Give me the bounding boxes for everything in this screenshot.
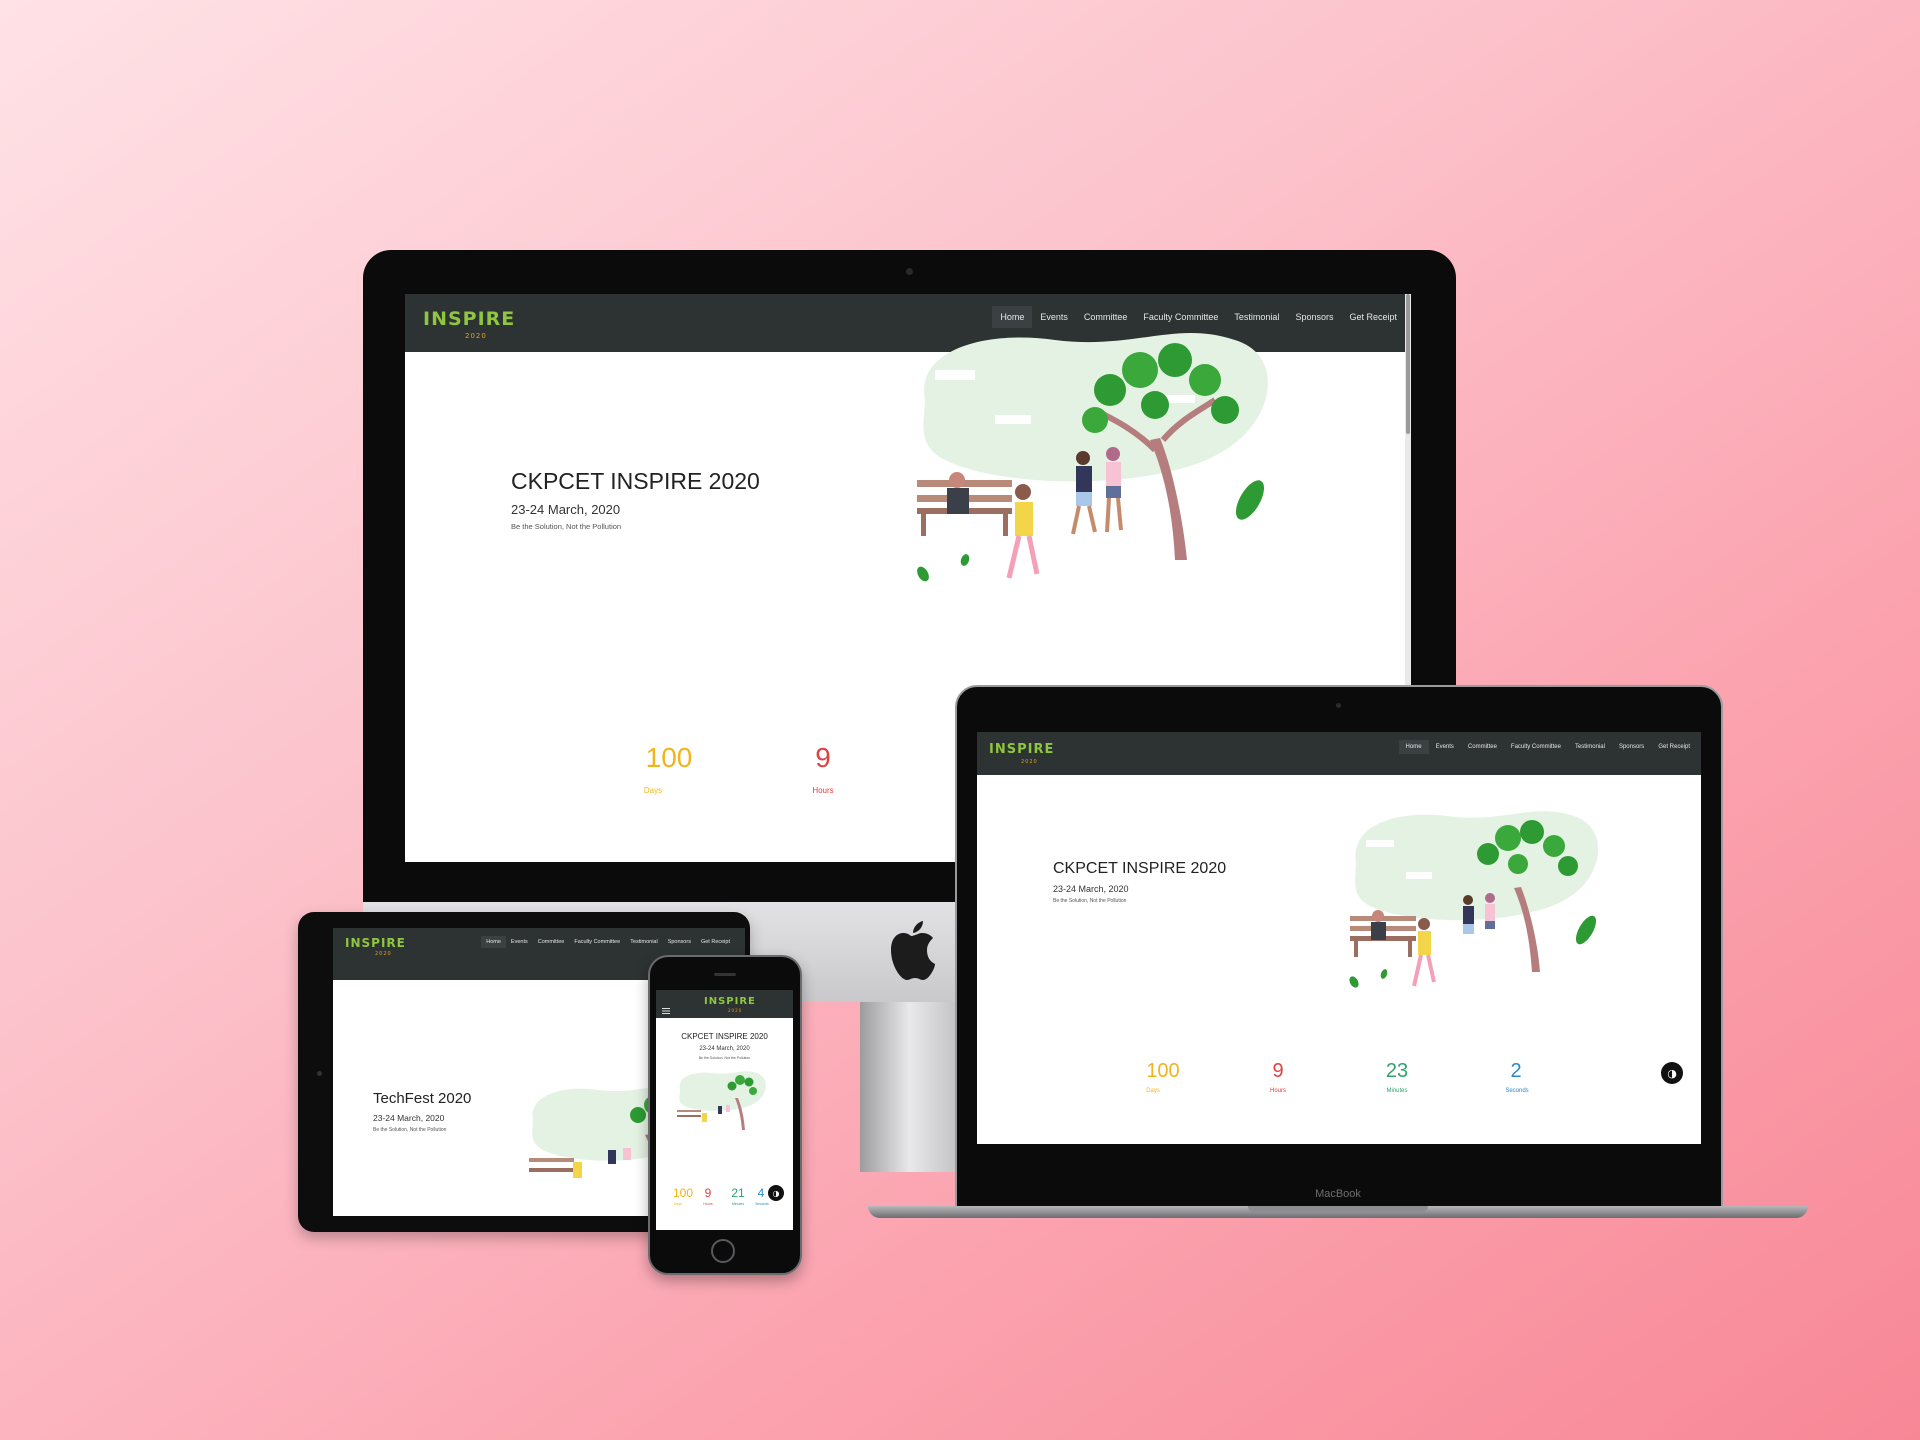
nav-item-events[interactable]: Events bbox=[1429, 740, 1461, 754]
hero-date: 23-24 March, 2020 bbox=[699, 1046, 750, 1052]
logo-year: 2020 bbox=[375, 951, 392, 957]
countdown-hours-label: Hours bbox=[1269, 1088, 1286, 1094]
tablet-hero-date: 23-24 March, 2020 bbox=[373, 1113, 445, 1123]
countdown-days-value: 100 bbox=[1146, 1060, 1180, 1082]
nav-item-faculty-committee[interactable]: Faculty Committee bbox=[569, 936, 625, 948]
laptop-brand-label: MacBook bbox=[1315, 1188, 1361, 1200]
countdown-days-label: Days bbox=[674, 1202, 682, 1206]
hero-date: 23-24 March, 2020 bbox=[1053, 884, 1129, 894]
hero-tagline: Be the Solution, Not the Pollution bbox=[698, 1056, 751, 1060]
nav-item-testimonial[interactable]: Testimonial bbox=[1568, 740, 1612, 754]
countdown-minutes-value: 21 bbox=[731, 1186, 745, 1200]
countdown-days-value: 100 bbox=[672, 1186, 694, 1200]
hero-title: CKPCET INSPIRE 2020 bbox=[511, 468, 760, 494]
hamburger-icon[interactable] bbox=[662, 1001, 670, 1014]
laptop-hinge-notch bbox=[1248, 1206, 1428, 1212]
brand-logo[interactable]: INSPIRE 2020 bbox=[423, 308, 516, 340]
nav-item-sponsors[interactable]: Sponsors bbox=[1612, 740, 1651, 754]
logo-year: 2020 bbox=[1021, 759, 1038, 765]
phone-screen: INSPIRE 2020 CKPCET INSPIRE 2020 23-24 M… bbox=[656, 990, 793, 1230]
nav-item-events[interactable]: Events bbox=[506, 936, 533, 948]
countdown-minutes-value: 23 bbox=[1385, 1060, 1409, 1082]
countdown-days-value: 100 bbox=[645, 742, 693, 773]
hero-tagline: Be the Solution, Not the Pollution bbox=[511, 522, 622, 531]
tablet-hero-title: TechFest 2020 bbox=[373, 1090, 472, 1107]
nav-item-get-receipt[interactable]: Get Receipt bbox=[1341, 306, 1411, 328]
countdown-days-label: Days bbox=[643, 786, 663, 795]
imac-stand bbox=[860, 1002, 970, 1172]
hero-illustration bbox=[1342, 802, 1622, 1012]
hero-date: 23-24 March, 2020 bbox=[511, 502, 621, 517]
laptop-screen: INSPIRE 2020 Home Events Committee Facul… bbox=[977, 732, 1701, 1144]
logo-text: INSPIRE bbox=[345, 936, 406, 950]
countdown-hours-value: 9 bbox=[1272, 1060, 1284, 1082]
navbar: INSPIRE 2020 Home Events Committee Facul… bbox=[977, 732, 1701, 775]
nav-menu: Home Events Committee Faculty Committee … bbox=[1398, 740, 1697, 754]
countdown-days-label: Days bbox=[1146, 1088, 1160, 1094]
brand-logo[interactable]: INSPIRE 2020 bbox=[989, 742, 1055, 765]
tablet-hero-tagline: Be the Solution, Not the Pollution bbox=[373, 1127, 447, 1133]
countdown-seconds-label: Seconds bbox=[755, 1202, 769, 1206]
countdown-seconds-label: Seconds bbox=[1505, 1088, 1529, 1094]
logo-year: 2020 bbox=[728, 1008, 743, 1013]
hero-title: CKPCET INSPIRE 2020 bbox=[1053, 860, 1227, 877]
nav-item-home[interactable]: Home bbox=[481, 936, 506, 948]
laptop-camera bbox=[1336, 703, 1341, 708]
nav-item-testimonial[interactable]: Testimonial bbox=[625, 936, 663, 948]
nav-item-committee[interactable]: Committee bbox=[1461, 740, 1504, 754]
phone-home-button[interactable] bbox=[711, 1239, 735, 1263]
brand-logo[interactable]: INSPIRE 2020 bbox=[345, 936, 406, 957]
countdown-seconds-value: 2 bbox=[1510, 1060, 1522, 1082]
nav-item-faculty-committee[interactable]: Faculty Committee bbox=[1504, 740, 1568, 754]
nav-item-home[interactable]: Home bbox=[1398, 740, 1429, 754]
apple-logo-icon bbox=[885, 920, 937, 982]
countdown-seconds-value: 4 bbox=[757, 1186, 765, 1200]
countdown-hours-value: 9 bbox=[815, 742, 831, 773]
countdown-hours-label: Hours bbox=[812, 786, 834, 795]
scrollbar-thumb[interactable] bbox=[1406, 294, 1410, 434]
logo-text: INSPIRE bbox=[989, 742, 1055, 757]
brand-logo[interactable]: INSPIRE 2020 bbox=[704, 996, 756, 1013]
navbar: INSPIRE 2020 bbox=[656, 990, 793, 1018]
countdown-minutes-label: Minutes bbox=[731, 1202, 745, 1206]
theme-toggle-button[interactable]: ◑ bbox=[768, 1185, 784, 1201]
nav-item-committee[interactable]: Committee bbox=[533, 936, 570, 948]
nav-item-get-receipt[interactable]: Get Receipt bbox=[696, 936, 735, 948]
logo-text: INSPIRE bbox=[704, 996, 756, 1007]
logo-year: 2020 bbox=[465, 332, 487, 340]
hero-illustration bbox=[905, 320, 1305, 610]
theme-toggle-button[interactable]: ◑ bbox=[1661, 1062, 1683, 1084]
hero-title: CKPCET INSPIRE 2020 bbox=[681, 1032, 768, 1041]
countdown-minutes-label: Minutes bbox=[1386, 1088, 1408, 1094]
nav-menu: Home Events Committee Faculty Committee … bbox=[481, 936, 735, 948]
phone-speaker bbox=[714, 973, 736, 976]
countdown-hours-value: 9 bbox=[704, 1186, 712, 1200]
countdown-hours-label: Hours bbox=[703, 1202, 713, 1206]
hero-tagline: Be the Solution, Not the Pollution bbox=[1053, 898, 1127, 904]
nav-item-sponsors[interactable]: Sponsors bbox=[663, 936, 696, 948]
hero-illustration bbox=[674, 1068, 774, 1138]
imac-camera bbox=[906, 268, 913, 275]
logo-text: INSPIRE bbox=[423, 308, 516, 330]
tablet-camera bbox=[317, 1071, 322, 1076]
nav-item-get-receipt[interactable]: Get Receipt bbox=[1651, 740, 1697, 754]
